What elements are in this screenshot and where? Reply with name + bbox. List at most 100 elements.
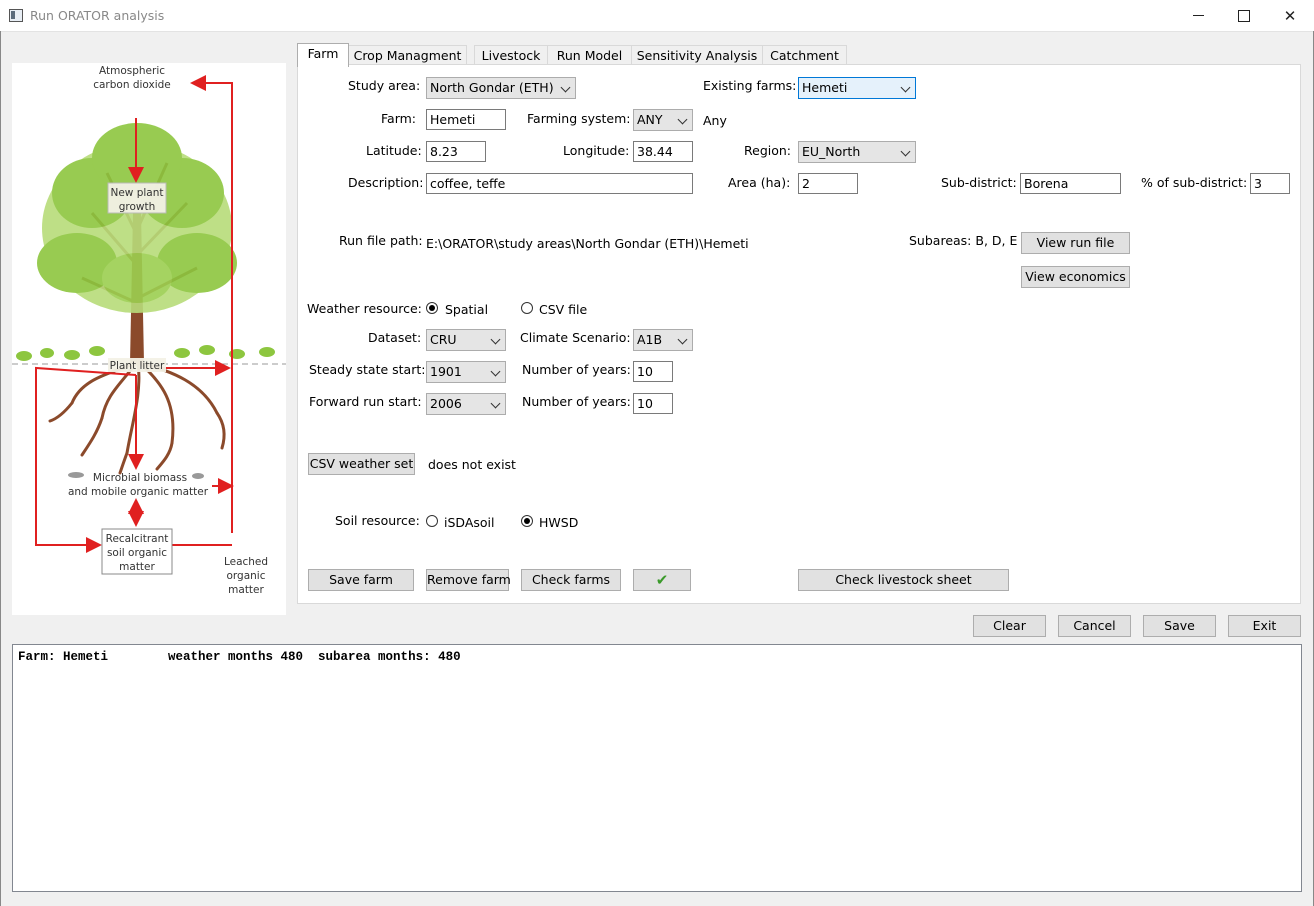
steady-years-input[interactable] xyxy=(633,361,673,382)
checkmark-icon: ✔ xyxy=(655,571,669,589)
chevron-down-icon xyxy=(900,82,911,93)
longitude-input[interactable] xyxy=(633,141,693,162)
existing-farms-value: Hemeti xyxy=(802,80,848,95)
save-farm-button[interactable]: Save farm xyxy=(308,569,414,591)
save-button[interactable]: Save xyxy=(1143,615,1216,637)
longitude-label: Longitude: xyxy=(563,143,630,158)
check-livestock-sheet-button[interactable]: Check livestock sheet xyxy=(798,569,1009,591)
study-area-label: Study area: xyxy=(348,78,421,93)
description-input[interactable] xyxy=(426,173,693,194)
csv-weather-set-button[interactable]: CSV weather set xyxy=(308,453,415,475)
subdistrict-input[interactable] xyxy=(1020,173,1121,194)
run-file-path: E:\ORATOR\study areas\North Gondar (ETH)… xyxy=(426,236,749,251)
chevron-down-icon xyxy=(490,334,501,345)
remove-farm-button[interactable]: Remove farm xyxy=(426,569,511,591)
tab-run-model[interactable]: Run Model xyxy=(547,45,632,66)
region-value: EU_North xyxy=(802,144,861,159)
farm-label: Farm: xyxy=(381,111,417,126)
existing-farms-label: Existing farms: xyxy=(703,78,797,93)
subareas-text: Subareas: B, D, E xyxy=(909,233,1018,248)
weather-spatial-label: Spatial xyxy=(445,302,489,317)
forward-run-label: Forward run start: xyxy=(309,394,422,409)
weather-csv-radio[interactable] xyxy=(521,302,533,314)
farming-system-combo[interactable]: ANY xyxy=(633,109,693,131)
dataset-label: Dataset: xyxy=(368,330,422,345)
pct-subdistrict-label: % of sub-district: xyxy=(1141,175,1248,190)
view-economics-button[interactable]: View economics xyxy=(1021,266,1130,288)
soil-isda-radio[interactable] xyxy=(426,515,438,527)
region-label: Region: xyxy=(744,143,792,158)
leached-label-3: matter xyxy=(228,584,264,596)
forward-run-value: 2006 xyxy=(430,396,462,411)
app-icon xyxy=(9,9,23,22)
weather-csv-label: CSV file xyxy=(539,302,588,317)
close-button[interactable]: ✕ xyxy=(1267,0,1313,31)
forward-years-label: Number of years: xyxy=(522,394,631,409)
steady-state-combo[interactable]: 1901 xyxy=(426,361,506,383)
window-border-left xyxy=(0,31,1,906)
plant-litter-label: Plant litter xyxy=(110,360,165,372)
weather-spatial-radio[interactable] xyxy=(426,302,438,314)
tab-sensitivity-analysis[interactable]: Sensitivity Analysis xyxy=(631,45,763,66)
soil-isda-label: iSDAsoil xyxy=(444,515,495,530)
steady-state-label: Steady state start: xyxy=(309,362,426,377)
climate-scenario-combo[interactable]: A1B xyxy=(633,329,693,351)
tab-crop-managment[interactable]: Crop Managment xyxy=(348,45,467,66)
existing-farms-combo[interactable]: Hemeti xyxy=(798,77,916,99)
microbial-label-1: Microbial biomass xyxy=(93,472,187,484)
chevron-down-icon xyxy=(900,146,911,157)
clear-button[interactable]: Clear xyxy=(973,615,1046,637)
forward-years-input[interactable] xyxy=(633,393,673,414)
subdistrict-label: Sub-district: xyxy=(941,175,1017,190)
view-run-file-button[interactable]: View run file xyxy=(1021,232,1130,254)
farm-tab-page: Study area: North Gondar (ETH) Existing … xyxy=(297,64,1301,604)
tab-farm[interactable]: Farm xyxy=(297,43,349,67)
recalcitrant-label-1: Recalcitrant xyxy=(106,533,169,545)
minimize-button[interactable] xyxy=(1175,0,1221,31)
log-output[interactable]: Farm: Hemeti weather months 480 subarea … xyxy=(12,644,1302,892)
region-combo[interactable]: EU_North xyxy=(798,141,916,163)
chevron-down-icon xyxy=(560,82,571,93)
run-file-label: Run file path: xyxy=(339,233,423,248)
chevron-down-icon xyxy=(490,366,501,377)
latitude-input[interactable] xyxy=(426,141,486,162)
area-label: Area (ha): xyxy=(728,175,791,190)
maximize-icon xyxy=(1238,9,1250,22)
title-bar: Run ORATOR analysis ✕ xyxy=(0,0,1314,32)
carbon-cycle-diagram: Atmospheric carbon dioxide New plant gro… xyxy=(12,63,286,615)
soil-hwsd-radio[interactable] xyxy=(521,515,533,527)
check-farms-button[interactable]: Check farms xyxy=(521,569,621,591)
area-input[interactable] xyxy=(798,173,858,194)
close-icon: ✕ xyxy=(1283,6,1297,25)
farming-system-text: Any xyxy=(703,113,727,128)
leached-label-2: organic xyxy=(226,570,265,582)
soil-resource-label: Soil resource: xyxy=(335,513,420,528)
atmospheric-label-1: Atmospheric xyxy=(99,65,165,77)
csv-status-text: does not exist xyxy=(428,457,516,472)
description-label: Description: xyxy=(348,175,424,190)
leached-label-1: Leached xyxy=(224,556,268,568)
recalcitrant-label-3: matter xyxy=(119,561,155,573)
tab-catchment[interactable]: Catchment xyxy=(762,45,847,66)
recalcitrant-label-2: soil organic xyxy=(107,547,167,559)
cancel-button[interactable]: Cancel xyxy=(1058,615,1131,637)
study-area-combo[interactable]: North Gondar (ETH) xyxy=(426,77,576,99)
farm-name-input[interactable] xyxy=(426,109,506,130)
farming-system-value: ANY xyxy=(637,112,663,127)
dataset-value: CRU xyxy=(430,332,457,347)
soil-hwsd-label: HWSD xyxy=(539,515,579,530)
growth-label-1: New plant xyxy=(110,187,163,199)
forward-run-combo[interactable]: 2006 xyxy=(426,393,506,415)
pct-subdistrict-input[interactable] xyxy=(1250,173,1290,194)
minimize-icon xyxy=(1192,15,1204,16)
latitude-label: Latitude: xyxy=(366,143,422,158)
maximize-button[interactable] xyxy=(1221,0,1267,31)
diagram-svg: Atmospheric carbon dioxide New plant gro… xyxy=(12,65,286,596)
window-title: Run ORATOR analysis xyxy=(30,8,165,23)
check-mark-button[interactable]: ✔ xyxy=(633,569,691,591)
roots xyxy=(48,361,226,475)
dataset-combo[interactable]: CRU xyxy=(426,329,506,351)
tab-livestock[interactable]: Livestock xyxy=(474,45,548,66)
exit-button[interactable]: Exit xyxy=(1228,615,1301,637)
chevron-down-icon xyxy=(490,398,501,409)
